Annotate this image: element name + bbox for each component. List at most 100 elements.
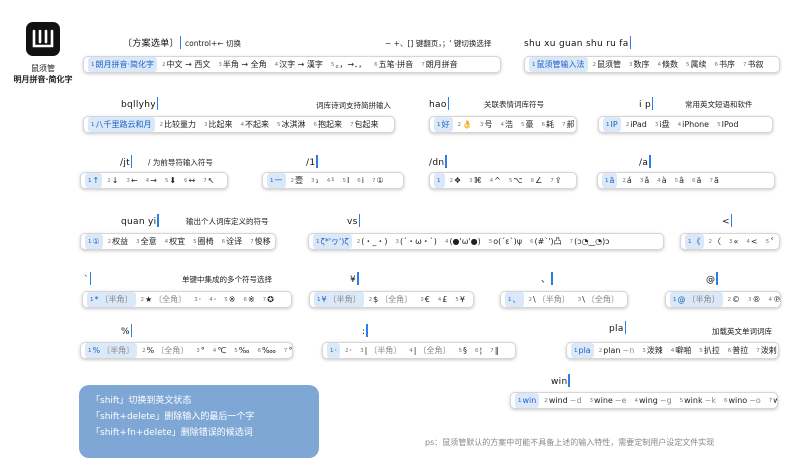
candidate-item[interactable]: 2 iPad (623, 117, 650, 132)
candidate-item[interactable]: 4 iPhone (675, 117, 713, 132)
candidate-item[interactable]: 5 ‰ (231, 343, 252, 358)
candidate-item[interactable]: 4 (●'ω'●) (442, 234, 484, 249)
candidate-item[interactable]: 3₁ (308, 173, 322, 188)
candidate-item[interactable]: 5â (672, 173, 687, 188)
candidate-item[interactable]: 2% 〔全角〕 (139, 343, 191, 358)
candidate-selected[interactable]: 1好 (434, 117, 453, 132)
candidate-item[interactable]: 6 wino ~o (721, 393, 764, 408)
candidate-item[interactable]: 5 ˂ (763, 234, 778, 249)
candidate-item[interactable]: 6 ∠ (528, 173, 546, 188)
candidate-item[interactable]: 6 普拉 (725, 343, 752, 358)
candidate-selected[interactable]: 1 (434, 173, 445, 188)
candidate-item[interactable]: 3 全意 (133, 234, 160, 249)
candidate-selected[interactable]: 1 @ 〔半角〕 (670, 292, 723, 307)
candidate-item[interactable]: 7郝 (559, 117, 576, 132)
candidate-selected[interactable]: 1一 (267, 173, 286, 188)
candidate-item[interactable]: 2 $ 〔全角〕 (366, 292, 416, 307)
candidate-item[interactable]: 6 五笔·拼音 (371, 57, 416, 72)
candidate-item[interactable]: 6 ※ (240, 292, 257, 307)
candidate-selected[interactable]: 1 pla (571, 343, 594, 358)
candidate-item[interactable]: 3 ° (193, 343, 208, 358)
candidate-item[interactable]: 5 ⬇ (162, 173, 179, 188)
candidate-item[interactable]: 7 ↖ (200, 173, 217, 188)
candidate-item[interactable]: 6 诠译 (219, 234, 246, 249)
candidate-item[interactable]: 5 冰淇淋 (274, 117, 309, 132)
candidate-selected[interactable]: 1ā (602, 173, 618, 188)
candidate-item[interactable]: 7℉ (281, 343, 292, 358)
candidate-item[interactable]: 3 泼辣 (639, 343, 666, 358)
candidate-item[interactable]: 7 泼剌 (753, 343, 778, 358)
candidate-item[interactable]: 7 ⇪ (547, 173, 564, 188)
candidate-item[interactable]: 2 ★ 〔全角〕 (138, 292, 190, 307)
candidate-selected[interactable]: 1 八千里路云和月 (88, 117, 155, 132)
candidate-item[interactable]: 6¢ (470, 292, 474, 307)
candidate-item[interactable]: 3 | 〔半角〕 (357, 343, 404, 358)
candidate-item[interactable]: 2 (・_・) (354, 234, 391, 249)
candidate-item[interactable]: 2 鼠须管 (590, 57, 625, 72)
candidate-item[interactable]: 4 · (206, 292, 219, 307)
candidate-item[interactable]: 5 wink ~k (677, 393, 719, 408)
candidate-item[interactable]: 5 IPod (714, 117, 741, 132)
candidate-item[interactable]: 3 半角 → 全角 (215, 57, 269, 72)
candidate-item[interactable]: 3 € (417, 292, 433, 307)
candidate-item[interactable]: 3号 (477, 117, 496, 132)
candidate-item[interactable]: 5 § (456, 343, 471, 358)
candidate-item[interactable]: 2 · (342, 343, 355, 358)
candidate-item[interactable]: 4 wing ~g (631, 393, 674, 408)
candidate-item[interactable]: 2 👌 (455, 117, 475, 132)
candidate-item[interactable]: 6 ‱ (254, 343, 278, 358)
candidate-item[interactable]: 6ⅰ (354, 173, 367, 188)
candidate-selected[interactable]: 1 · (327, 343, 341, 358)
candidate-item[interactable]: 5 圈椅 (190, 234, 217, 249)
candidate-selected[interactable]: 1 朗月拼音·简化字 (88, 57, 158, 72)
candidate-item[interactable]: 3 (´・ω・`) (392, 234, 439, 249)
candidate-item[interactable]: 4 ^ (487, 173, 504, 188)
candidate-item[interactable]: 7winy~y (766, 393, 777, 408)
candidate-item[interactable]: 2 plan ~n (596, 343, 638, 358)
candidate-item[interactable]: 5 ¥ (452, 292, 468, 307)
candidate-item[interactable]: 4 噼啪 (668, 343, 695, 358)
candidate-item[interactable]: 2 中文 → 西文 (159, 57, 213, 72)
candidate-item[interactable]: 7 朗月拼音 (418, 57, 461, 72)
candidate-item[interactable]: 7 包起来 (347, 117, 382, 132)
candidate-item[interactable]: 7ã (706, 173, 721, 188)
candidate-item[interactable]: 3ǎ (637, 173, 652, 188)
candidate-item[interactable]: 3 比起来 (201, 117, 236, 132)
candidate-item[interactable]: 4 ℗ (766, 292, 781, 307)
candidate-item[interactable]: 3 i盘 (652, 117, 673, 132)
candidate-selected[interactable]: 1% 〔半角〕 (85, 343, 138, 358)
candidate-item[interactable]: 7 书叙 (740, 57, 767, 72)
candidate-item[interactable]: 5Ⅰ (339, 173, 352, 188)
candidate-item[interactable]: 2 比较量力 (157, 117, 200, 132)
candidate-item[interactable]: 3 \ 〔全角〕 (575, 292, 622, 307)
candidate-selected[interactable]: 1 ↑ (85, 173, 103, 188)
candidate-selected[interactable]: 1 ¥ 〔半角〕 (314, 292, 364, 307)
candidate-selected[interactable]: 1 IP (603, 117, 621, 132)
candidate-item[interactable]: 5 o(´ε`)ψ (486, 234, 525, 249)
candidate-item[interactable]: 4à (654, 173, 669, 188)
candidate-item[interactable]: 3 « (726, 234, 741, 249)
candidate-item[interactable]: 4 权宜 (162, 234, 189, 249)
candidate-item[interactable]: 5豪 (518, 117, 537, 132)
candidate-item[interactable]: 6。 (779, 234, 780, 249)
candidate-item[interactable]: 2壹 (288, 173, 307, 188)
candidate-item[interactable]: 2 wind ~d (541, 393, 584, 408)
candidate-item[interactable]: 2 ❖ (447, 173, 465, 188)
candidate-selected[interactable]: 1 鼠须管输入法 (529, 57, 588, 72)
candidate-selected[interactable]: 1、 (505, 292, 524, 307)
candidate-item[interactable]: 7 ✪ (260, 292, 277, 307)
candidate-item[interactable]: 2 ↓ (104, 173, 121, 188)
candidate-item[interactable]: 2 © (725, 292, 744, 307)
candidate-selected[interactable]: 1① (85, 234, 103, 249)
candidate-item[interactable]: 5 属续 (683, 57, 710, 72)
candidate-item[interactable]: 2á (619, 173, 634, 188)
candidate-item[interactable]: 2 \ 〔半角〕 (526, 292, 573, 307)
candidate-selected[interactable]: 1 ζ*'ヮ')ζ (313, 234, 352, 249)
candidate-item[interactable]: 7 悛移 (247, 234, 274, 249)
candidate-item[interactable]: 6 书序 (712, 57, 739, 72)
candidate-item[interactable]: 6 (#`')凸 (527, 234, 565, 249)
candidate-item[interactable]: 3 ® (745, 292, 764, 307)
candidate-item[interactable]: 4 倏数 (655, 57, 682, 72)
candidate-item[interactable]: 2 权益 (105, 234, 132, 249)
candidate-item[interactable]: 4 < (743, 234, 760, 249)
